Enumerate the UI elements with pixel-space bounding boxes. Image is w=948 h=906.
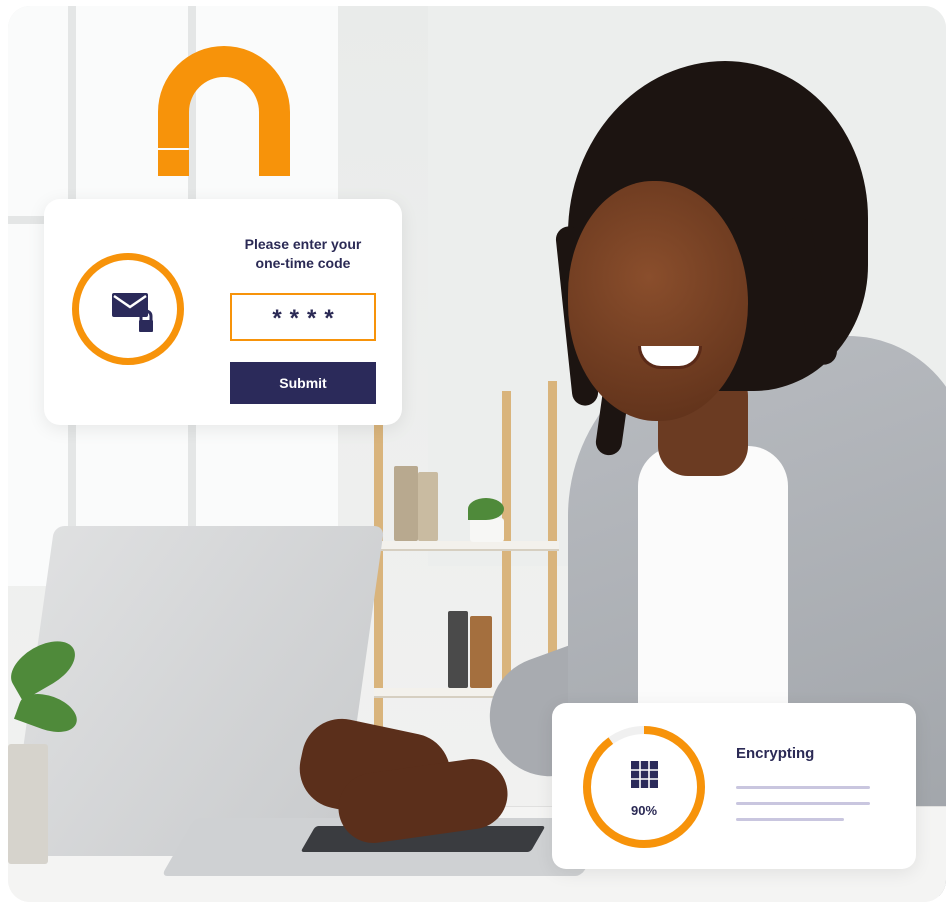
otp-code-input[interactable]: **** xyxy=(230,293,376,341)
placeholder-line xyxy=(736,818,844,821)
plant-pot xyxy=(470,518,504,542)
book xyxy=(470,616,492,688)
submit-button[interactable]: Submit xyxy=(230,362,376,404)
otp-title: Please enter your one-time code xyxy=(244,236,362,271)
grid-icon xyxy=(631,761,658,788)
lock-shackle-icon xyxy=(158,46,290,176)
encrypting-title: Encrypting xyxy=(736,745,815,762)
book xyxy=(394,466,418,541)
book xyxy=(418,472,438,541)
desk-plant-pot xyxy=(8,744,48,864)
plant xyxy=(468,498,504,520)
placeholder-line xyxy=(736,802,870,805)
book xyxy=(448,611,468,688)
mail-lock-icon xyxy=(112,293,155,334)
encrypting-card: 90% Encrypting xyxy=(552,703,916,869)
face xyxy=(568,181,748,421)
placeholder-line xyxy=(736,786,870,789)
progress-percent: 90% xyxy=(630,803,658,818)
otp-card: Please enter your one-time code **** Sub… xyxy=(44,199,402,425)
shelf-board xyxy=(374,541,559,551)
shirt xyxy=(638,446,788,746)
